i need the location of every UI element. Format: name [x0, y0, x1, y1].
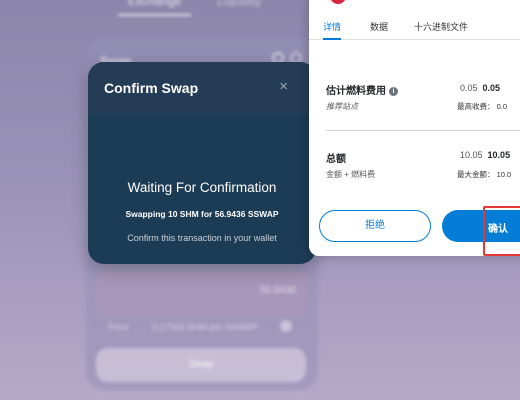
- swap-button[interactable]: Swap: [96, 348, 306, 382]
- max-fee: 最高收费： 0.0: [457, 102, 508, 111]
- gas-fee-label: 估计燃料费用: [326, 86, 386, 97]
- total-value: 10.05 10.05: [460, 150, 510, 160]
- confirm-swap-modal: Confirm Swap × Waiting For Confirmation …: [88, 62, 316, 264]
- tab-data[interactable]: 数据: [370, 18, 388, 40]
- wallet-tabs: 详情 数据 十六进制文件: [309, 18, 520, 40]
- modal-title: Confirm Swap: [104, 80, 199, 96]
- swap-summary: Swapping 10 SHM for 56.9436 SSWAP: [125, 209, 279, 219]
- gas-fee-fiat: 0.05: [460, 83, 478, 93]
- info-icon[interactable]: i: [389, 87, 398, 96]
- waiting-status: Waiting For Confirmation: [127, 180, 277, 195]
- wallet-hint: Confirm this transaction in your wallet: [127, 233, 277, 243]
- divider: [326, 130, 520, 131]
- wallet-logo-icon: [330, 0, 346, 4]
- price-value: 0.17563 SHM per SSWAP: [152, 322, 258, 332]
- max-amount: 最大金额： 10.0: [457, 170, 512, 179]
- tab-hex[interactable]: 十六进制文件: [414, 18, 468, 40]
- highlight-box: [483, 206, 520, 256]
- swap-price-direction-icon[interactable]: [280, 320, 292, 332]
- total-label: 总额: [326, 154, 346, 165]
- close-icon[interactable]: ×: [279, 78, 288, 95]
- output-amount-value: 56.9436: [259, 285, 296, 296]
- total-amount: 10.05: [487, 150, 511, 160]
- reject-button[interactable]: 拒绝: [319, 210, 431, 242]
- total-fiat: 10.05: [460, 150, 483, 160]
- background-tabs: Exchange Liquidity: [118, 0, 271, 16]
- tab-details[interactable]: 详情: [323, 18, 342, 40]
- modal-header: Confirm Swap ×: [88, 62, 316, 114]
- tab-exchange[interactable]: Exchange: [118, 0, 192, 16]
- tab-liquidity[interactable]: Liquidity: [207, 0, 271, 16]
- gas-fee-label-row: 估计燃料费用 i: [326, 82, 398, 97]
- gas-fee-value: 0.05 0.05: [460, 83, 500, 93]
- gas-fee-amount: 0.05: [482, 83, 501, 93]
- output-amount-field[interactable]: 56.9436: [96, 270, 308, 316]
- total-sub-label: 金额 + 燃料费: [326, 170, 376, 179]
- suggested-site[interactable]: 推荐站点: [326, 101, 358, 112]
- price-label: Price: [108, 322, 129, 332]
